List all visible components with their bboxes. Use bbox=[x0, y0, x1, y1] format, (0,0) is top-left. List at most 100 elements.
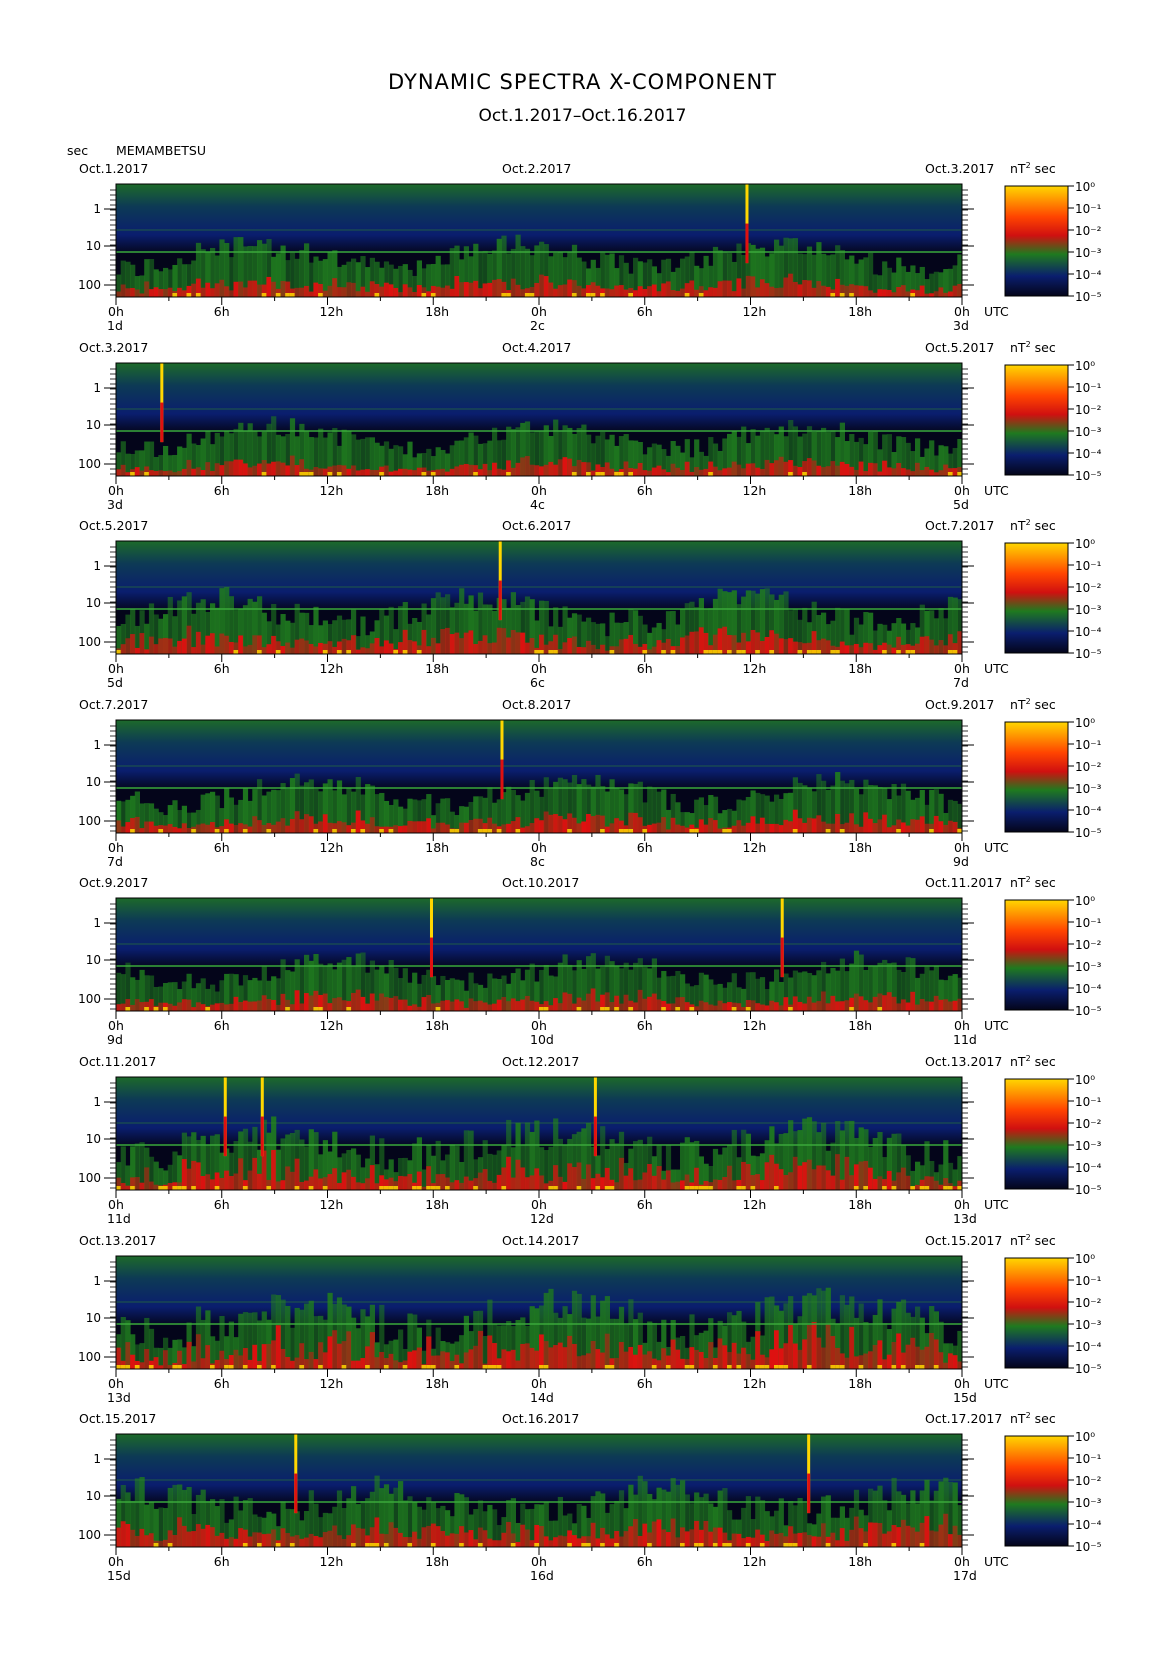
spectral-band bbox=[134, 816, 140, 833]
spectral-band bbox=[242, 646, 249, 655]
spectral-band bbox=[534, 1168, 540, 1190]
spectral-band bbox=[374, 469, 380, 476]
spectral-band bbox=[896, 1003, 902, 1012]
spectral-band bbox=[506, 1001, 512, 1012]
spectral-band bbox=[398, 642, 404, 655]
spectral-band bbox=[280, 462, 286, 476]
spectral-band bbox=[557, 458, 563, 476]
x-tick-label: 0h bbox=[108, 304, 124, 319]
spectral-band bbox=[294, 464, 300, 476]
y-tick-label: 100 bbox=[78, 635, 101, 649]
spectral-band bbox=[289, 1360, 296, 1369]
spectral-band bbox=[849, 813, 855, 833]
spectral-band bbox=[858, 647, 864, 655]
spectral-band bbox=[285, 1007, 291, 1012]
spectral-band bbox=[299, 638, 305, 655]
spectral-band bbox=[712, 1543, 719, 1548]
spectral-band bbox=[369, 1165, 375, 1190]
spectral-band bbox=[891, 997, 897, 1012]
spectral-band bbox=[835, 465, 841, 476]
spectral-band bbox=[661, 650, 667, 655]
spectral-band bbox=[463, 463, 469, 476]
spectral-band bbox=[374, 638, 380, 655]
x-tick-label: 0h bbox=[954, 482, 970, 498]
spectral-band bbox=[515, 1001, 521, 1012]
spectral-band bbox=[844, 822, 850, 833]
spectral-band bbox=[116, 468, 122, 476]
spectral-band bbox=[130, 1529, 136, 1548]
spectral-band bbox=[294, 1186, 300, 1190]
spectral-band bbox=[153, 1543, 159, 1548]
spectral-band bbox=[825, 465, 831, 476]
spectral-band bbox=[571, 293, 578, 297]
spectral-band bbox=[792, 641, 798, 655]
y-tick-label: 1 bbox=[93, 738, 101, 752]
spectral-band bbox=[336, 997, 343, 1012]
spectral-band bbox=[524, 455, 531, 476]
spectral-band bbox=[628, 471, 634, 476]
x-tick-label: 12h bbox=[742, 1197, 767, 1212]
spectral-band bbox=[275, 1324, 281, 1369]
spectral-band bbox=[238, 1002, 244, 1012]
spectral-band bbox=[327, 285, 333, 297]
spectral-band bbox=[571, 1535, 578, 1548]
x-tick-label: 18h bbox=[425, 1375, 450, 1391]
spectral-band bbox=[163, 1007, 169, 1012]
spectral-band bbox=[177, 470, 183, 476]
spectral-band bbox=[412, 469, 418, 476]
spectral-band bbox=[398, 825, 404, 833]
spectral-band bbox=[665, 829, 672, 833]
spectral-band bbox=[313, 646, 319, 655]
spectral-band bbox=[426, 1526, 432, 1548]
spectral-band bbox=[280, 994, 286, 1012]
x-tick-label: 0h bbox=[954, 304, 970, 319]
spectral-band bbox=[661, 1179, 667, 1190]
spike-mark bbox=[429, 937, 433, 978]
spectral-band bbox=[694, 1186, 700, 1190]
spectral-band bbox=[792, 1343, 798, 1369]
spectral-band bbox=[515, 462, 521, 476]
spectral-band bbox=[398, 1175, 404, 1190]
spectral-band bbox=[778, 824, 784, 833]
spectral-band bbox=[886, 992, 892, 1012]
spectral-band bbox=[684, 1531, 690, 1548]
spectral-band bbox=[195, 824, 202, 833]
spectral-band bbox=[769, 1530, 775, 1548]
spectral-band bbox=[628, 828, 634, 833]
colorbar bbox=[1004, 899, 1069, 1011]
spectral-band bbox=[407, 1351, 413, 1369]
spectral-band bbox=[289, 1004, 296, 1012]
colorbar bbox=[1004, 542, 1069, 654]
spectral-band bbox=[614, 1357, 620, 1369]
spectral-band bbox=[830, 823, 836, 833]
spectral-band bbox=[647, 286, 653, 297]
spectral-band bbox=[581, 1000, 587, 1012]
spectral-band bbox=[172, 471, 178, 476]
spectral-band bbox=[280, 1180, 286, 1190]
spectral-band bbox=[797, 1349, 803, 1369]
spectral-band bbox=[872, 1344, 878, 1369]
spectral-band bbox=[454, 1180, 460, 1190]
spectral-band bbox=[501, 997, 507, 1012]
spectral-band bbox=[562, 642, 568, 655]
spectral-band bbox=[703, 1002, 709, 1012]
spectral-band bbox=[595, 1538, 601, 1548]
spectral-band bbox=[581, 288, 587, 297]
spectral-band bbox=[891, 647, 897, 655]
spectral-band bbox=[224, 635, 230, 655]
spectral-band bbox=[134, 1536, 140, 1548]
spectral-band bbox=[449, 1182, 455, 1190]
spectral-band bbox=[665, 471, 672, 476]
spectral-band bbox=[520, 999, 526, 1012]
colorbar-tick-label: 10⁻³ bbox=[1075, 782, 1102, 796]
colorbar-tick-label: 10⁻³ bbox=[1075, 1139, 1102, 1153]
spectral-band bbox=[651, 1521, 657, 1548]
spectral-band bbox=[261, 293, 267, 297]
spectral-band bbox=[369, 643, 375, 655]
spectral-band bbox=[839, 828, 845, 833]
spectral-band bbox=[783, 1174, 789, 1190]
spectral-band bbox=[346, 824, 352, 833]
spectral-band bbox=[468, 1180, 474, 1190]
spectral-band bbox=[233, 824, 239, 833]
spectral-band bbox=[426, 291, 432, 297]
